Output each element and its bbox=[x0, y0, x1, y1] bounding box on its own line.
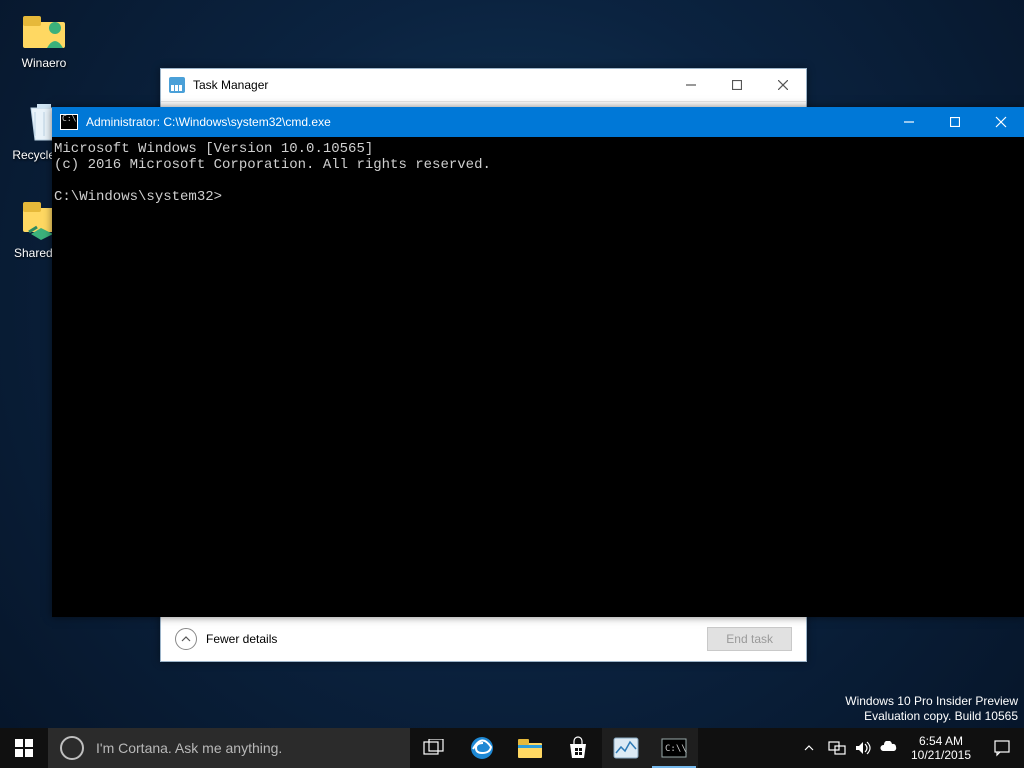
maximize-button[interactable] bbox=[932, 107, 978, 137]
fewer-details-link[interactable]: Fewer details bbox=[206, 632, 277, 646]
svg-text:C:\\_: C:\\_ bbox=[665, 744, 687, 754]
taskbar-clock[interactable]: 6:54 AM 10/21/2015 bbox=[902, 734, 980, 762]
taskbar-app-store[interactable] bbox=[554, 728, 602, 768]
clock-date: 10/21/2015 bbox=[911, 748, 971, 762]
close-button[interactable] bbox=[978, 107, 1024, 137]
task-manager-title: Task Manager bbox=[193, 78, 668, 92]
start-button[interactable] bbox=[0, 728, 48, 768]
cmd-line: Microsoft Windows [Version 10.0.10565] bbox=[54, 141, 373, 157]
tray-volume-icon[interactable] bbox=[850, 740, 876, 756]
folder-person-icon bbox=[20, 6, 68, 54]
taskbar-app-edge[interactable] bbox=[458, 728, 506, 768]
cmd-icon bbox=[60, 114, 78, 130]
cmd-title: Administrator: C:\Windows\system32\cmd.e… bbox=[86, 115, 886, 129]
action-center-button[interactable] bbox=[980, 739, 1024, 757]
watermark-line: Evaluation copy. Build 10565 bbox=[845, 709, 1018, 724]
tray-overflow-button[interactable] bbox=[794, 743, 824, 753]
cmd-prompt: C:\Windows\system32> bbox=[54, 189, 222, 205]
cmd-window[interactable]: Administrator: C:\Windows\system32\cmd.e… bbox=[52, 107, 1024, 617]
cortana-icon bbox=[60, 736, 84, 760]
end-task-button: End task bbox=[707, 627, 792, 651]
minimize-button[interactable] bbox=[886, 107, 932, 137]
system-tray: 6:54 AM 10/21/2015 bbox=[794, 728, 1024, 768]
cmd-line: (c) 2016 Microsoft Corporation. All righ… bbox=[54, 157, 491, 173]
watermark-line: Windows 10 Pro Insider Preview bbox=[845, 694, 1018, 709]
tray-onedrive-icon[interactable] bbox=[876, 741, 902, 755]
clock-time: 6:54 AM bbox=[919, 734, 963, 748]
cmd-output[interactable]: Microsoft Windows [Version 10.0.10565] (… bbox=[52, 137, 1024, 209]
taskbar-app-cmd[interactable]: C:\\_ bbox=[650, 728, 698, 768]
minimize-button[interactable] bbox=[668, 69, 714, 101]
taskbar-app-explorer[interactable] bbox=[506, 728, 554, 768]
icon-label: Winaero bbox=[6, 56, 82, 70]
close-button[interactable] bbox=[760, 69, 806, 101]
cortana-placeholder: I'm Cortana. Ask me anything. bbox=[96, 740, 282, 756]
task-manager-footer: Fewer details End task bbox=[161, 616, 806, 661]
taskbar-app-taskmanager[interactable] bbox=[602, 728, 650, 768]
cmd-titlebar[interactable]: Administrator: C:\Windows\system32\cmd.e… bbox=[52, 107, 1024, 137]
desktop-watermark: Windows 10 Pro Insider Preview Evaluatio… bbox=[845, 694, 1018, 724]
cortana-search[interactable]: I'm Cortana. Ask me anything. bbox=[48, 728, 410, 768]
task-view-button[interactable] bbox=[410, 728, 458, 768]
tray-network-icon[interactable] bbox=[824, 740, 850, 756]
task-manager-icon bbox=[169, 77, 185, 93]
maximize-button[interactable] bbox=[714, 69, 760, 101]
task-manager-titlebar[interactable]: Task Manager bbox=[161, 69, 806, 102]
chevron-up-icon[interactable] bbox=[175, 628, 197, 650]
desktop-icon-winaero[interactable]: Winaero bbox=[6, 6, 82, 70]
taskbar[interactable]: I'm Cortana. Ask me anything. C:\\_ 6:54… bbox=[0, 728, 1024, 768]
